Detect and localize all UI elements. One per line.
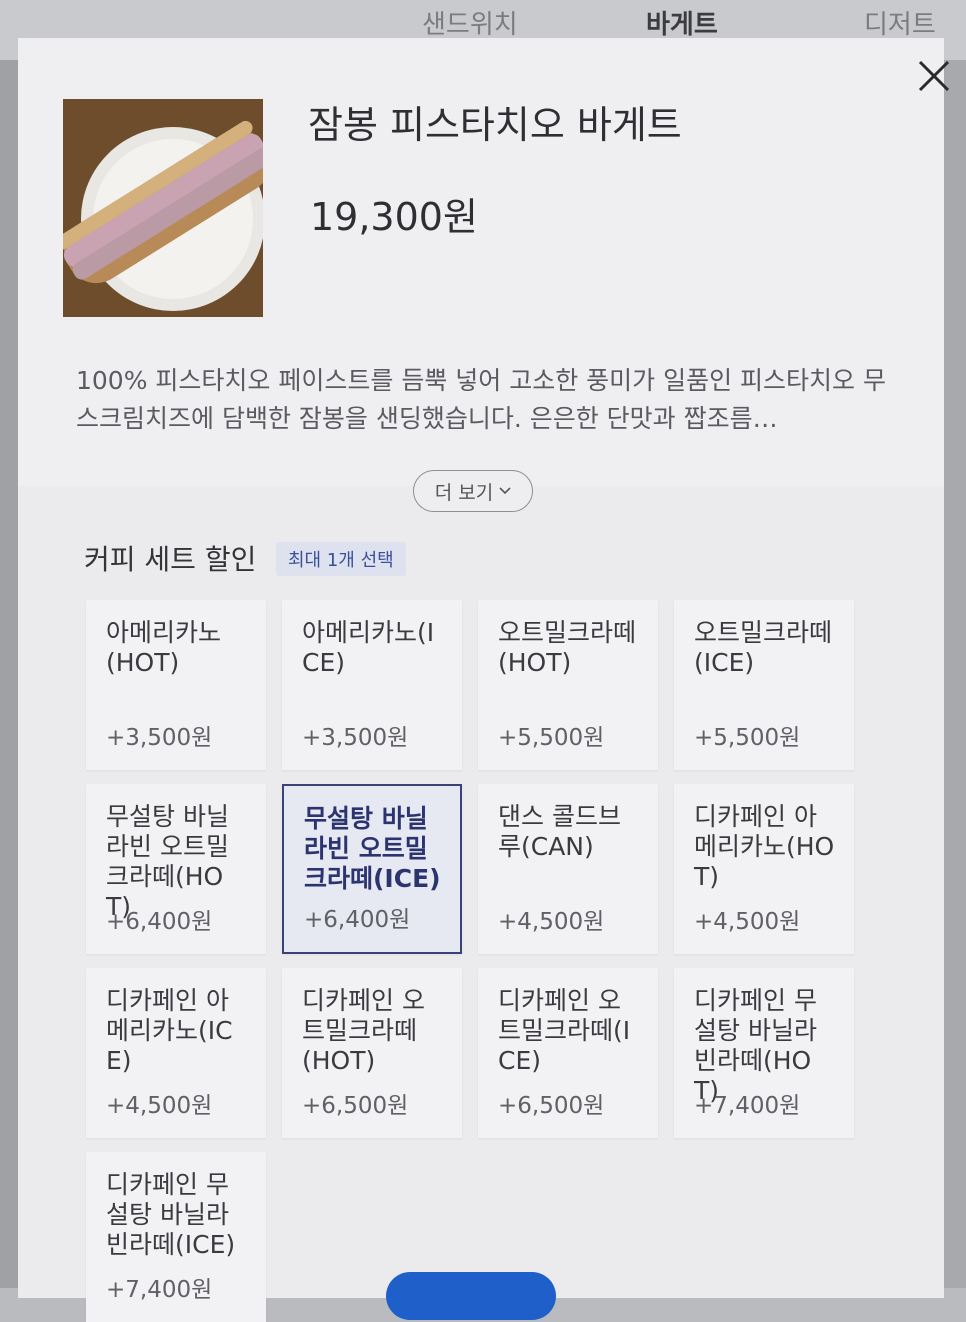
option-name: 오트밀크라떼(HOT) (498, 618, 637, 677)
close-button[interactable] (914, 56, 954, 96)
more-button[interactable]: 더 보기 (413, 470, 533, 512)
option-card[interactable]: 무설탕 바닐라빈 오트밀크라떼(HOT) +6,400원 (86, 784, 266, 954)
product-price: 19,300원 (310, 195, 478, 239)
tab-dessert[interactable]: 디저트 (864, 4, 936, 41)
option-name: 디카페인 오트밀크라떼(ICE) (498, 986, 631, 1075)
option-price: +7,400원 (106, 1277, 213, 1303)
option-group-title: 커피 세트 할인 (84, 543, 257, 576)
option-name: 무설탕 바닐라빈 오트밀크라떼(ICE) (304, 804, 441, 893)
option-name: 아메리카노(HOT) (106, 618, 222, 677)
more-button-label: 더 보기 (434, 481, 494, 504)
background-menu-right (944, 60, 966, 1288)
option-card-selected[interactable]: 무설탕 바닐라빈 오트밀크라떼(ICE) +6,400원 (282, 784, 462, 954)
option-card[interactable]: 디카페인 아메리카노(HOT) +4,500원 (674, 784, 854, 954)
bottom-action-button[interactable] (386, 1272, 556, 1320)
option-card[interactable]: 디카페인 무설탕 바닐라빈라떼(HOT) +7,400원 (674, 968, 854, 1138)
chevron-down-icon (499, 487, 511, 495)
option-price: +6,400원 (304, 907, 411, 933)
option-name: 댄스 콜드브루(CAN) (498, 802, 621, 861)
option-price: +6,500원 (498, 1093, 605, 1119)
option-card[interactable]: 디카페인 아메리카노(ICE) +4,500원 (86, 968, 266, 1138)
option-name: 아메리카노(ICE) (302, 618, 435, 677)
option-name: 디카페인 아메리카노(ICE) (106, 986, 233, 1075)
option-price: +7,400원 (694, 1093, 801, 1119)
option-card[interactable]: 댄스 콜드브루(CAN) +4,500원 (478, 784, 658, 954)
option-price: +4,500원 (498, 909, 605, 935)
selection-limit-badge: 최대 1개 선택 (276, 542, 406, 576)
option-name: 디카페인 무설탕 바닐라빈라떼(ICE) (106, 1170, 236, 1259)
option-name: 디카페인 오트밀크라떼(HOT) (302, 986, 425, 1075)
option-name: 오트밀크라떼(ICE) (694, 618, 833, 677)
option-card[interactable]: 디카페인 오트밀크라떼(HOT) +6,500원 (282, 968, 462, 1138)
close-icon (918, 60, 950, 92)
option-price: +5,500원 (498, 725, 605, 751)
option-price: +3,500원 (106, 725, 213, 751)
option-price: +4,500원 (106, 1093, 213, 1119)
tab-sandwich[interactable]: 샌드위치 (422, 4, 518, 41)
tab-baguette[interactable]: 바게트 (646, 4, 718, 41)
option-card[interactable]: 아메리카노(HOT) +3,500원 (86, 600, 266, 770)
option-card[interactable]: 아메리카노(ICE) +3,500원 (282, 600, 462, 770)
option-name: 디카페인 아메리카노(HOT) (694, 802, 835, 891)
option-price: +6,500원 (302, 1093, 409, 1119)
product-option-modal: 잠봉 피스타치오 바게트 19,300원 100% 피스타치오 페이스트를 듬뿍… (18, 38, 950, 1322)
option-card[interactable]: 디카페인 오트밀크라떼(ICE) +6,500원 (478, 968, 658, 1138)
product-photo (63, 99, 263, 317)
option-card[interactable]: 오트밀크라떼(HOT) +5,500원 (478, 600, 658, 770)
option-grid: 아메리카노(HOT) +3,500원 아메리카노(ICE) +3,500원 오트… (86, 600, 906, 1322)
background-menu-left (0, 60, 18, 1288)
product-description: 100% 피스타치오 페이스트를 듬뿍 넣어 고소한 풍미가 일품인 피스타치오… (76, 366, 886, 433)
option-card[interactable]: 오트밀크라떼(ICE) +5,500원 (674, 600, 854, 770)
option-price: +3,500원 (302, 725, 409, 751)
option-price: +6,400원 (106, 909, 213, 935)
option-price: +5,500원 (694, 725, 801, 751)
option-price: +4,500원 (694, 909, 801, 935)
product-title: 잠봉 피스타치오 바게트 (308, 103, 682, 147)
option-card[interactable]: 디카페인 무설탕 바닐라빈라떼(ICE) +7,400원 (86, 1152, 266, 1322)
